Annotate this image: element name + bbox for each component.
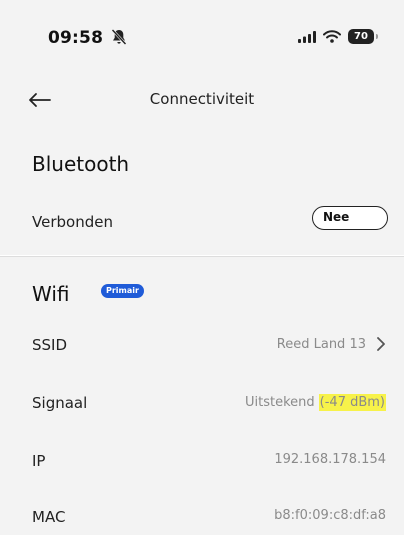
- battery-icon: 70: [348, 29, 378, 44]
- ssid-value: Reed Land 13: [276, 336, 366, 352]
- wifi-title: Wifi: [32, 282, 70, 306]
- ip-label: IP: [32, 452, 46, 470]
- primary-badge: Primair: [101, 284, 144, 298]
- signal-dbm: (-47 dBm): [318, 394, 386, 411]
- status-bar: 09:58 70: [0, 0, 404, 70]
- chevron-right-icon[interactable]: [376, 336, 386, 352]
- wifi-icon: [323, 30, 341, 43]
- nav-bar: Connectiviteit: [0, 70, 404, 130]
- connected-label: Verbonden: [32, 213, 113, 231]
- ip-row: IP 192.168.178.154: [0, 434, 404, 490]
- ssid-row[interactable]: SSID Reed Land 13: [0, 318, 404, 374]
- signal-value: Uitstekend: [245, 395, 315, 410]
- signal-value-group: Uitstekend (-47 dBm): [245, 394, 386, 411]
- page-title: Connectiviteit: [149, 90, 255, 108]
- battery-level: 70: [354, 31, 368, 42]
- ip-value: 192.168.178.154: [274, 452, 386, 467]
- signal-row: Signaal Uitstekend (-47 dBm): [0, 376, 404, 432]
- connected-value: Nee: [323, 210, 350, 224]
- connected-toggle[interactable]: Nee: [312, 206, 388, 230]
- signal-label: Signaal: [32, 394, 88, 412]
- status-right: 70: [298, 29, 378, 44]
- cellular-signal-icon: [298, 30, 316, 43]
- mac-label: MAC: [32, 508, 66, 526]
- bell-muted-icon: [111, 29, 127, 45]
- mac-value: b8:f0:09:c8:df:a8: [274, 508, 386, 523]
- mac-row: MAC b8:f0:09:c8:df:a8: [0, 490, 404, 546]
- status-time: 09:58: [48, 28, 104, 48]
- ssid-value-group: Reed Land 13: [277, 336, 386, 352]
- ssid-label: SSID: [32, 336, 68, 354]
- bluetooth-title: Bluetooth: [32, 152, 130, 176]
